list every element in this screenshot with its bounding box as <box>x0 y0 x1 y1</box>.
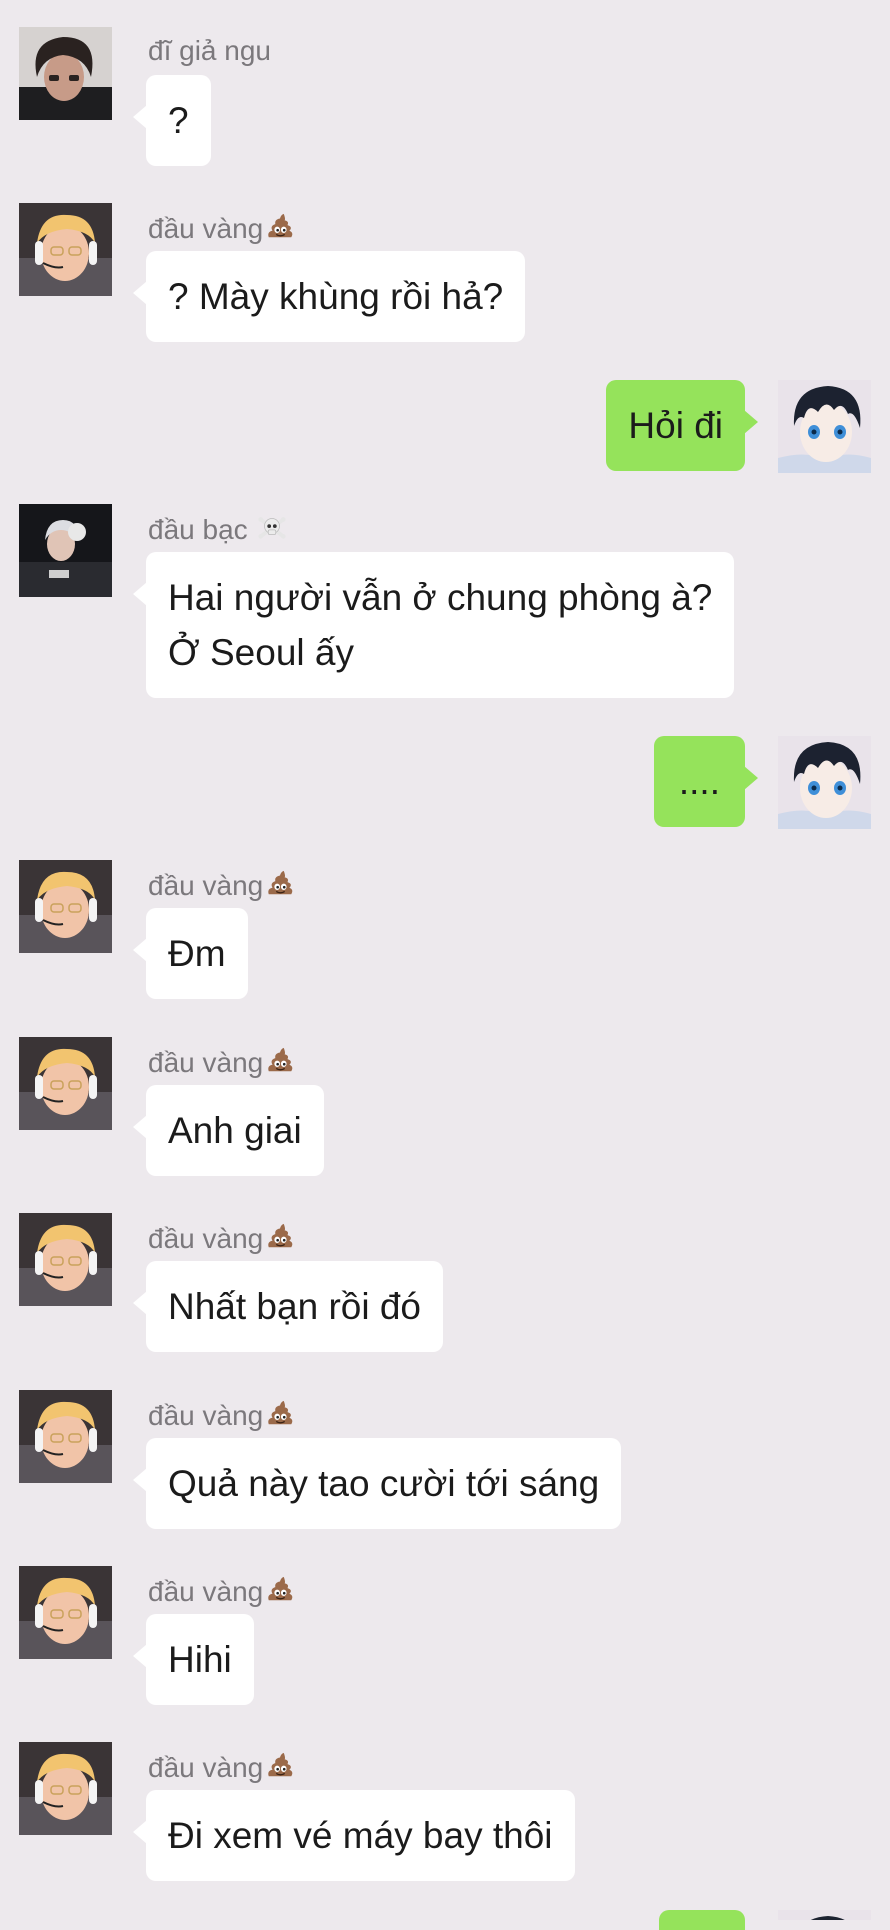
sender-name-text: đầu vàng <box>148 213 264 244</box>
anime-boy-avatar[interactable] <box>778 736 871 829</box>
blond-headset-avatar[interactable] <box>19 203 112 296</box>
poop-emoji-icon <box>265 1574 295 1604</box>
silver-hair-avatar[interactable] <box>19 504 112 597</box>
poop-emoji-icon <box>265 1398 295 1428</box>
sender-name: đĩ giả ngu <box>148 35 271 66</box>
message-bubble-outgoing[interactable]: Hỏi đi <box>606 380 758 471</box>
sender-name-text: đầu vàng <box>148 1047 264 1078</box>
poop-emoji-icon <box>265 1221 295 1251</box>
poop-emoji-icon <box>265 1750 295 1780</box>
sender-name-text: đầu bạc <box>148 514 248 545</box>
anime-boy-avatar[interactable] <box>778 1910 871 1920</box>
sender-name-text: đầu vàng <box>148 1400 264 1431</box>
blond-headset-avatar[interactable] <box>19 860 112 953</box>
message-bubble[interactable]: Hai người vẫn ở chung phòng à? Ở Seoul ấ… <box>132 552 735 698</box>
message-bubble[interactable]: Nhất bạn rồi đó <box>132 1261 444 1352</box>
poop-emoji-icon <box>265 1045 295 1075</box>
poop-emoji-icon <box>265 868 295 898</box>
message-bubble[interactable]: Quả này tao cười tới sáng <box>132 1438 622 1529</box>
message-bubble-outgoing-partial[interactable] <box>659 1910 745 1930</box>
sender-name: đầu bạc <box>148 512 287 546</box>
sender-name: đầu vàng <box>148 868 295 902</box>
sender-name: đầu vàng <box>148 1398 295 1432</box>
poop-emoji-icon <box>265 211 295 241</box>
blond-headset-avatar[interactable] <box>19 1390 112 1483</box>
message-bubble[interactable]: Đm <box>133 908 248 999</box>
sender-name: đầu vàng <box>148 1045 295 1079</box>
message-bubble[interactable]: Anh giai <box>133 1085 324 1176</box>
message-line: Hai người vẫn ở chung phòng à? <box>168 577 713 618</box>
message-bubble[interactable]: Hihi <box>133 1614 254 1705</box>
sender-name: đầu vàng <box>148 1750 295 1784</box>
sender-name-text: đầu vàng <box>148 1752 264 1783</box>
sender-name: đầu vàng <box>148 1221 295 1255</box>
anime-boy-avatar[interactable] <box>778 380 871 473</box>
skull-crossbones-emoji-icon <box>257 512 287 542</box>
message-bubble[interactable]: Đi xem vé máy bay thôi <box>133 1790 575 1881</box>
blond-headset-avatar[interactable] <box>19 1213 112 1306</box>
sender-name-text: đầu vàng <box>148 1223 264 1254</box>
message-bubble-outgoing[interactable]: .... <box>653 736 759 827</box>
sender-name: đầu vàng <box>148 211 295 245</box>
blond-headset-avatar[interactable] <box>19 1566 112 1659</box>
blond-headset-avatar[interactable] <box>19 1742 112 1835</box>
blond-headset-avatar[interactable] <box>19 1037 112 1130</box>
sender-name-text: đầu vàng <box>148 1576 264 1607</box>
message-bubble[interactable]: ? Mày khùng rồi hả? <box>132 251 526 342</box>
sender-name-text: đầu vàng <box>148 870 264 901</box>
guy-dark-hair-avatar[interactable] <box>19 27 112 120</box>
message-line: Ở Seoul ấy <box>168 632 354 673</box>
sender-name: đầu vàng <box>148 1574 295 1608</box>
message-bubble[interactable]: ? <box>133 75 211 166</box>
